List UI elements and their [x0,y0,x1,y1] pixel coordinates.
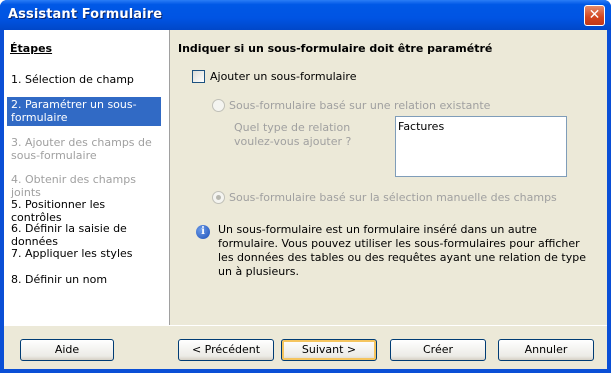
previous-button[interactable]: < Précédent [178,339,274,361]
radio-existing-relation-label: Sous-formulaire basé sur une relation ex… [229,99,491,112]
step-heading: Indiquer si un sous-formulaire doit être… [178,42,493,55]
relation-question: Quel type de relation voulez-vous ajoute… [234,121,352,148]
step-7[interactable]: 7. Appliquer les styles [7,246,161,261]
close-icon: ✕ [588,7,601,23]
relation-list-item: Factures [398,120,445,133]
info-icon: i [196,225,210,239]
step-3: 3. Ajouter des champs de sous-formulaire [11,136,152,162]
step-2[interactable]: 2. Paramétrer un sous-formulaire [7,97,161,126]
create-button[interactable]: Créer [390,339,486,361]
step-1[interactable]: 1. Sélection de champ [7,72,161,87]
step-8[interactable]: 8. Définir un nom [7,272,161,287]
relation-listbox: Factures [395,116,567,177]
title-bar[interactable]: Assistant Formulaire ✕ [0,0,611,30]
help-button[interactable]: Aide [20,339,114,361]
close-button[interactable]: ✕ [584,5,605,26]
step-4: 4. Obtenir des champs joints [11,173,136,199]
window-title: Assistant Formulaire [8,7,163,22]
add-subform-checkbox[interactable] [192,70,205,83]
radio-manual-selection [212,191,225,204]
steps-heading: Étapes [10,42,53,55]
radio-manual-selection-label: Sous-formulaire basé sur la sélection ma… [229,191,557,204]
steps-sidebar: Étapes 1. Sélection de champ 2. Paramétr… [4,30,170,325]
dialog-body: Étapes 1. Sélection de champ 2. Paramétr… [4,30,607,369]
step-6[interactable]: 6. Définir la saisie de données [7,221,161,249]
radio-existing-relation [212,99,225,112]
step-content: Indiquer si un sous-formulaire doit être… [170,30,607,325]
next-button[interactable]: Suivant > [281,339,377,361]
add-subform-label[interactable]: Ajouter un sous-formulaire [210,70,356,83]
dialog-window: Assistant Formulaire ✕ Étapes 1. Sélecti… [0,0,611,373]
cancel-button[interactable]: Annuler [498,339,594,361]
button-separator [4,325,607,326]
info-text: Un sous-formulaire est un formulaire ins… [218,223,587,278]
